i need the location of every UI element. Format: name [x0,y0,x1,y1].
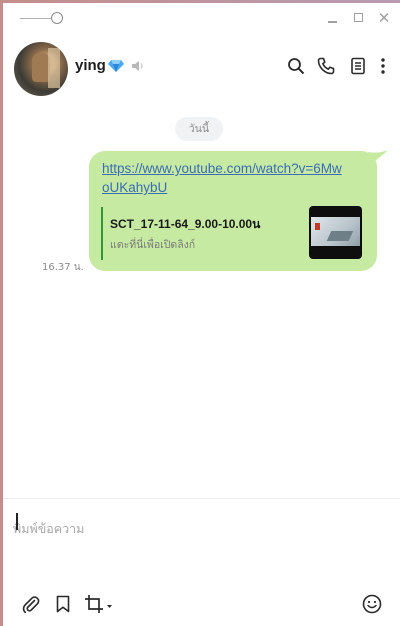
link-preview-thumbnail[interactable] [309,206,362,259]
message-input[interactable] [13,508,388,548]
emoji-icon[interactable] [362,594,382,614]
mute-icon[interactable] [131,59,145,73]
bookmark-icon[interactable] [53,594,73,614]
search-icon[interactable] [287,57,305,75]
link-preview-title[interactable]: SCT_17-11-64_9.00-10.00น [110,215,260,234]
contact-avatar[interactable] [14,42,68,96]
message-link[interactable]: https://www.youtube.com/watch?v=6MwoUKah… [102,159,342,197]
composer-divider [3,498,400,499]
date-separator: วันนี้ [175,117,223,141]
close-button[interactable]: ✕ [376,10,392,26]
link-preview-accent [101,207,103,260]
bubble-tail [368,150,388,164]
title-bar: ✕ [3,3,400,33]
notes-icon[interactable] [349,57,367,75]
chat-header: ying [3,33,400,103]
message-timestamp: 16.37 น. [42,262,84,273]
phone-icon[interactable] [317,57,335,75]
diamond-icon [108,60,124,72]
text-caret [16,513,18,530]
attach-icon[interactable] [21,594,41,614]
thumbnail-image [311,217,360,246]
contact-name[interactable]: ying [75,57,106,74]
link-preview-subtitle[interactable]: แตะที่นี่เพื่อเปิดลิงก์ [110,236,195,253]
chat-window: ✕ ying วันนี้ https://www.youtube.com/wa… [3,3,400,626]
minimize-button[interactable] [325,10,341,26]
opacity-slider-knob[interactable] [51,12,63,24]
maximize-button[interactable] [351,10,367,26]
more-icon[interactable] [379,57,387,75]
crop-icon[interactable] [84,594,114,614]
